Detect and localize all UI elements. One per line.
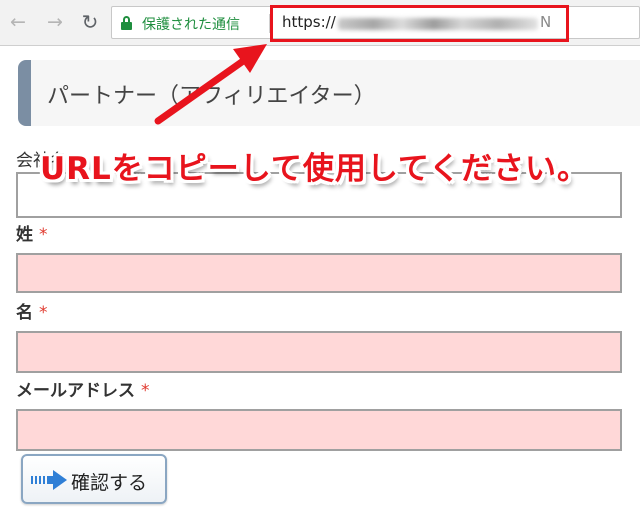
confirm-button-label: 確認する	[71, 472, 148, 494]
email-label: メールアドレス *	[16, 381, 150, 401]
reload-icon[interactable]: ↻	[78, 9, 102, 35]
lock-icon	[121, 16, 132, 30]
address-bar[interactable]: 保護された通信 https:// N	[111, 5, 640, 42]
first-name-field[interactable]	[16, 331, 622, 373]
annotation-callout: URLをコピーして使用してください。	[40, 151, 590, 187]
section-heading: パートナー（アフィリエイター）	[18, 60, 640, 126]
email-field[interactable]	[16, 409, 622, 451]
browser-toolbar: ← → ↻ 保護された通信 https:// N	[0, 0, 640, 46]
required-mark: *	[39, 225, 48, 245]
last-name-field[interactable]	[16, 253, 622, 293]
forward-icon[interactable]: →	[43, 9, 67, 35]
last-name-label: 姓 *	[16, 225, 48, 245]
back-icon[interactable]: ←	[6, 9, 30, 35]
confirm-button[interactable]: 確認する	[21, 454, 167, 504]
required-mark: *	[39, 303, 48, 323]
url-text[interactable]: https://	[282, 13, 336, 31]
arrow-right-icon	[31, 470, 67, 490]
url-tail: N	[540, 13, 552, 31]
page-title: パートナー（アフィリエイター）	[47, 84, 376, 109]
url-redaction	[338, 18, 538, 30]
first-name-label: 名 *	[16, 303, 48, 323]
required-mark: *	[141, 381, 150, 401]
secure-connection-label: 保護された通信	[142, 17, 240, 33]
url-highlight-box: https:// N	[270, 5, 569, 42]
